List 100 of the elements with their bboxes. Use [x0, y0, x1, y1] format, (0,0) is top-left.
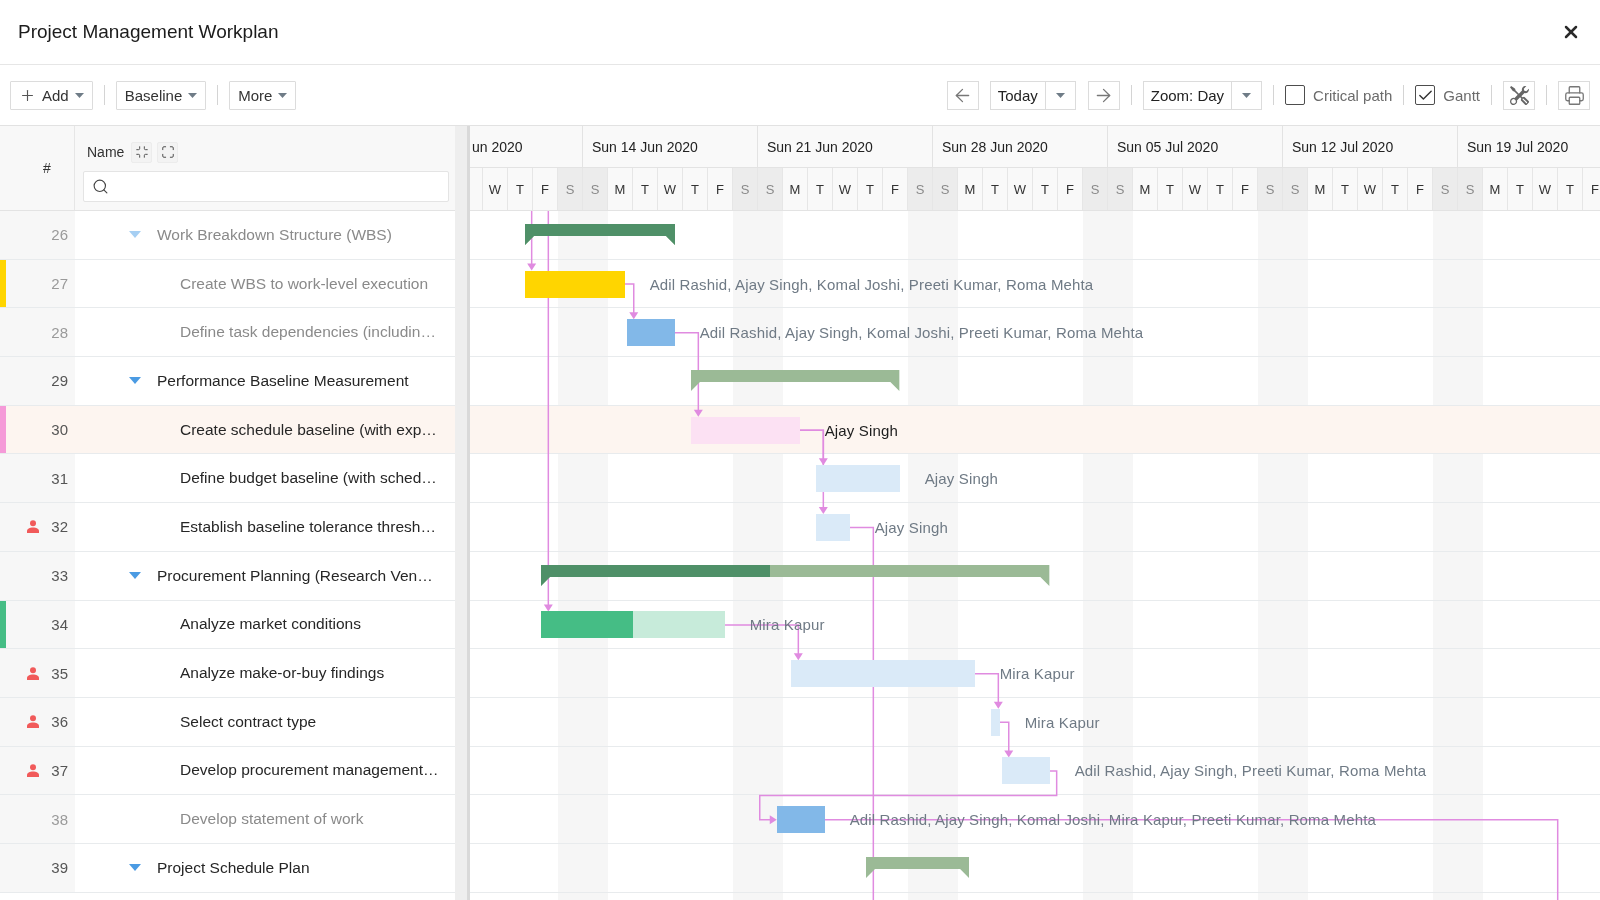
grid-row[interactable]: 34 Analyze market conditions: [0, 600, 455, 650]
task-name: Define task dependencies (includin…: [180, 323, 436, 342]
grid-row[interactable]: 31 Define budget baseline (with sched…: [0, 454, 455, 504]
day-header: S: [733, 168, 758, 210]
timeline-row[interactable]: Adil Rashid, Ajay Singh, Preeti Kumar, Roma Mehta: [470, 746, 1600, 796]
dependency-link[interactable]: [998, 721, 1014, 758]
checkbox[interactable]: [1415, 85, 1436, 105]
day-header: S: [1108, 168, 1133, 210]
panel-splitter[interactable]: [455, 126, 470, 900]
day-header: T: [1208, 168, 1233, 210]
print-button[interactable]: [1558, 80, 1590, 110]
task-name: Work Breakdown Structure (WBS): [157, 225, 392, 244]
row-number: 35: [51, 664, 68, 682]
timeline-row[interactable]: Mira Kapur: [470, 697, 1600, 747]
grid-row[interactable]: 38 Develop statement of work: [0, 795, 455, 844]
caret-icon: [1242, 92, 1252, 98]
week-header: Sun 19 Jul 2020: [1458, 126, 1600, 167]
grid-row[interactable]: 35 Analyze make-or-buy findings: [0, 649, 455, 698]
menu-button[interactable]: More: [229, 80, 297, 110]
expand-all-button[interactable]: [157, 141, 179, 163]
checkbox-label[interactable]: Gantt: [1443, 86, 1480, 104]
grid-row[interactable]: 28 Define task dependencies (includin…: [0, 308, 455, 358]
summary-bar[interactable]: [541, 564, 1050, 586]
task-bar[interactable]: [1001, 757, 1050, 785]
grid-row[interactable]: 30 Create schedule baseline (with exp…: [0, 405, 455, 455]
grid-row[interactable]: 26 Work Breakdown Structure (WBS): [0, 211, 455, 260]
summary-bar[interactable]: [866, 856, 970, 878]
dependency-link[interactable]: [973, 672, 1003, 709]
day-header: S: [1083, 168, 1108, 210]
fullscreen-icon: [160, 145, 175, 159]
search-field[interactable]: [83, 171, 449, 202]
day-header: S: [583, 168, 608, 210]
day-header: T: [1158, 168, 1183, 210]
task-bar[interactable]: [816, 465, 900, 493]
menu-button[interactable]: Baseline: [115, 80, 207, 110]
dependency-link[interactable]: [543, 211, 553, 612]
grid-row[interactable]: 27 Create WBS to work-level execution: [0, 259, 455, 309]
caret-icon[interactable]: [129, 572, 141, 580]
caret-icon[interactable]: [129, 231, 141, 239]
timeline-row[interactable]: Ajay Singh: [470, 405, 1600, 455]
checkbox-label[interactable]: Critical path: [1313, 86, 1393, 104]
previous-button[interactable]: [946, 80, 979, 110]
day-header: S: [1258, 168, 1283, 210]
task-name: Analyze make-or-buy findings: [180, 664, 385, 683]
day-header: W: [1358, 168, 1383, 210]
tools-button[interactable]: [1503, 80, 1535, 110]
day-header: M: [1308, 168, 1333, 210]
day-header: M: [608, 168, 633, 210]
summary-bar[interactable]: [691, 370, 900, 392]
grid-row[interactable]: 37 Develop procurement management…: [0, 746, 455, 796]
day-header: T: [858, 168, 883, 210]
day-header: T: [508, 168, 533, 210]
grid-row[interactable]: 33 Procurement Planning (Research Ven…: [0, 551, 455, 601]
task-name: Procurement Planning (Research Ven…: [157, 566, 433, 585]
resource-label: Adil Rashid, Ajay Singh, Komal Joshi, Preeti Kumar, Roma Mehta: [699, 323, 1144, 341]
day-header: W: [833, 168, 858, 210]
caret-icon: [278, 92, 288, 98]
day-header: T: [1508, 168, 1533, 210]
task-bar[interactable]: [626, 319, 675, 347]
timeline-row[interactable]: Mira Kapur: [470, 649, 1600, 698]
grid-row[interactable]: 39 Project Schedule Plan: [0, 843, 455, 893]
timeline-row[interactable]: Ajay Singh: [470, 503, 1600, 552]
week-header: Sun 21 Jun 2020: [758, 126, 933, 167]
dependency-link[interactable]: [623, 283, 639, 320]
dependency-link[interactable]: [527, 211, 537, 271]
grid-row[interactable]: 29 Performance Baseline Measurement: [0, 357, 455, 406]
dropdown-button[interactable]: [1231, 80, 1263, 110]
row-number: 26: [51, 226, 68, 244]
task-bar[interactable]: [776, 806, 825, 834]
checkbox[interactable]: [1285, 85, 1306, 105]
grid-row[interactable]: 36 Select contract type: [0, 697, 455, 747]
row-number: 30: [51, 421, 68, 439]
row-number: 31: [51, 469, 68, 487]
today-button[interactable]: Today: [989, 80, 1045, 110]
zoom-button[interactable]: Zoom: Day: [1142, 80, 1232, 110]
day-header: W: [1183, 168, 1208, 210]
grid-row[interactable]: 32 Establish baseline tolerance thresh…: [0, 503, 455, 552]
task-bar[interactable]: [541, 611, 725, 639]
timeline-row[interactable]: Ajay Singh: [470, 454, 1600, 504]
timeline-row[interactable]: Adil Rashid, Ajay Singh, Komal Joshi, Preeti Kumar, Roma Mehta: [470, 308, 1600, 358]
summary-bar[interactable]: [524, 224, 675, 245]
task-bar[interactable]: [816, 513, 850, 541]
next-button[interactable]: [1087, 80, 1120, 110]
day-header: T: [1033, 168, 1058, 210]
collapse-all-button[interactable]: [131, 141, 153, 163]
add-button[interactable]: Add: [10, 80, 93, 110]
resource-label: Mira Kapur: [999, 664, 1075, 682]
dropdown-button[interactable]: [1044, 80, 1076, 110]
timeline-row[interactable]: Adil Rashid, Ajay Singh, Komal Joshi, Preeti Kumar, Roma Mehta: [470, 259, 1600, 309]
day-header: S: [908, 168, 933, 210]
week-header: Sun 28 Jun 2020: [933, 126, 1108, 167]
task-bar[interactable]: [991, 708, 1000, 736]
dependency-link[interactable]: [848, 526, 875, 900]
caret-icon[interactable]: [129, 864, 141, 872]
caret-icon[interactable]: [129, 377, 141, 385]
week-header: Sun 14 Jun 2020: [583, 126, 758, 167]
week-header: un 2020: [470, 126, 583, 167]
row-number: 27: [51, 275, 68, 293]
row-number: 29: [51, 372, 68, 390]
row-number: 34: [51, 615, 68, 633]
